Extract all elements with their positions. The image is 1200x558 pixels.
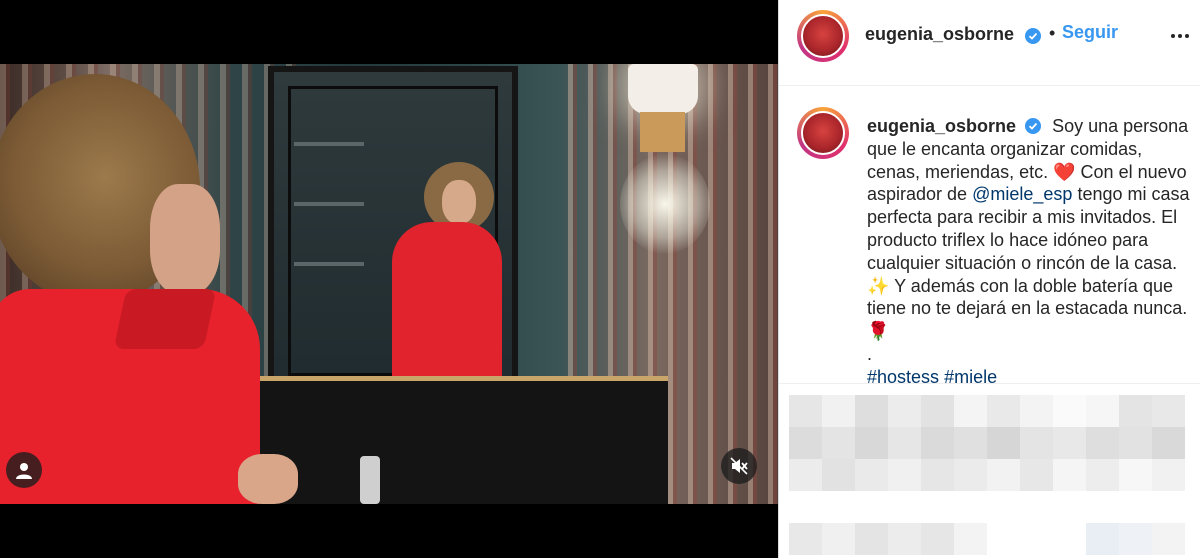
post-caption: eugenia_osborne Soy una persona que le e… [779,87,1200,384]
sink-counter [236,376,668,504]
hashtag-line: #hostess #miele [867,366,1192,383]
separator-dot: • [1049,23,1056,43]
user-tag-icon [16,463,32,479]
caption-text-part: Y además con la doble batería que tiene … [867,275,1188,319]
caption-username[interactable]: eugenia_osborne [867,116,1016,136]
lamp-glow [620,154,710,254]
mirror-shelf [294,202,364,206]
mute-button[interactable] [721,448,757,484]
woman-hand [238,454,298,504]
mirror-shelf [294,142,364,146]
video-pane[interactable] [0,0,778,558]
user-tag-button[interactable] [6,452,42,488]
caption-avatar-ring[interactable] [797,107,849,159]
video-player[interactable] [0,64,778,504]
blurred-comment-row [789,427,1185,459]
rose-emoji-icon: 🌹 [867,321,890,342]
mute-icon [730,457,748,475]
blurred-comment-row [789,523,1185,555]
woman-face [150,184,220,294]
wall-lamp-base [640,112,685,152]
reflection-face [442,180,476,224]
caption-text: eugenia_osborne Soy una persona que le e… [867,115,1192,383]
heart-emoji-icon: ❤️ [1053,161,1076,182]
blurred-comments [779,385,1200,558]
caption-dot-line: . [867,343,873,364]
blurred-comment-row [789,395,1185,427]
faucet [360,456,380,504]
verified-badge-icon [1025,28,1041,44]
header-username[interactable]: eugenia_osborne [865,24,1014,45]
caption-avatar [801,111,845,155]
sparkles-emoji-icon: ✨ [867,275,890,296]
wall-lamp [628,64,698,114]
avatar [801,14,845,58]
blurred-comment-row [789,459,1185,491]
hashtag-link[interactable]: #hostess [867,367,939,383]
reflection-red-dress [392,222,502,392]
mirror-shelf [294,262,364,266]
mirror [268,66,518,396]
mention-link[interactable]: @miele_esp [972,184,1072,204]
verified-badge-icon [1025,118,1042,134]
follow-button[interactable]: Seguir [1062,22,1118,43]
more-options-icon[interactable] [1171,34,1189,38]
post-header: eugenia_osborne • Seguir [779,0,1200,86]
hashtag-link[interactable]: #miele [944,367,997,383]
post-side-panel: eugenia_osborne • Seguir eugenia_osborne… [778,0,1200,558]
woman-collar [113,289,217,349]
avatar-story-ring[interactable] [797,10,849,62]
